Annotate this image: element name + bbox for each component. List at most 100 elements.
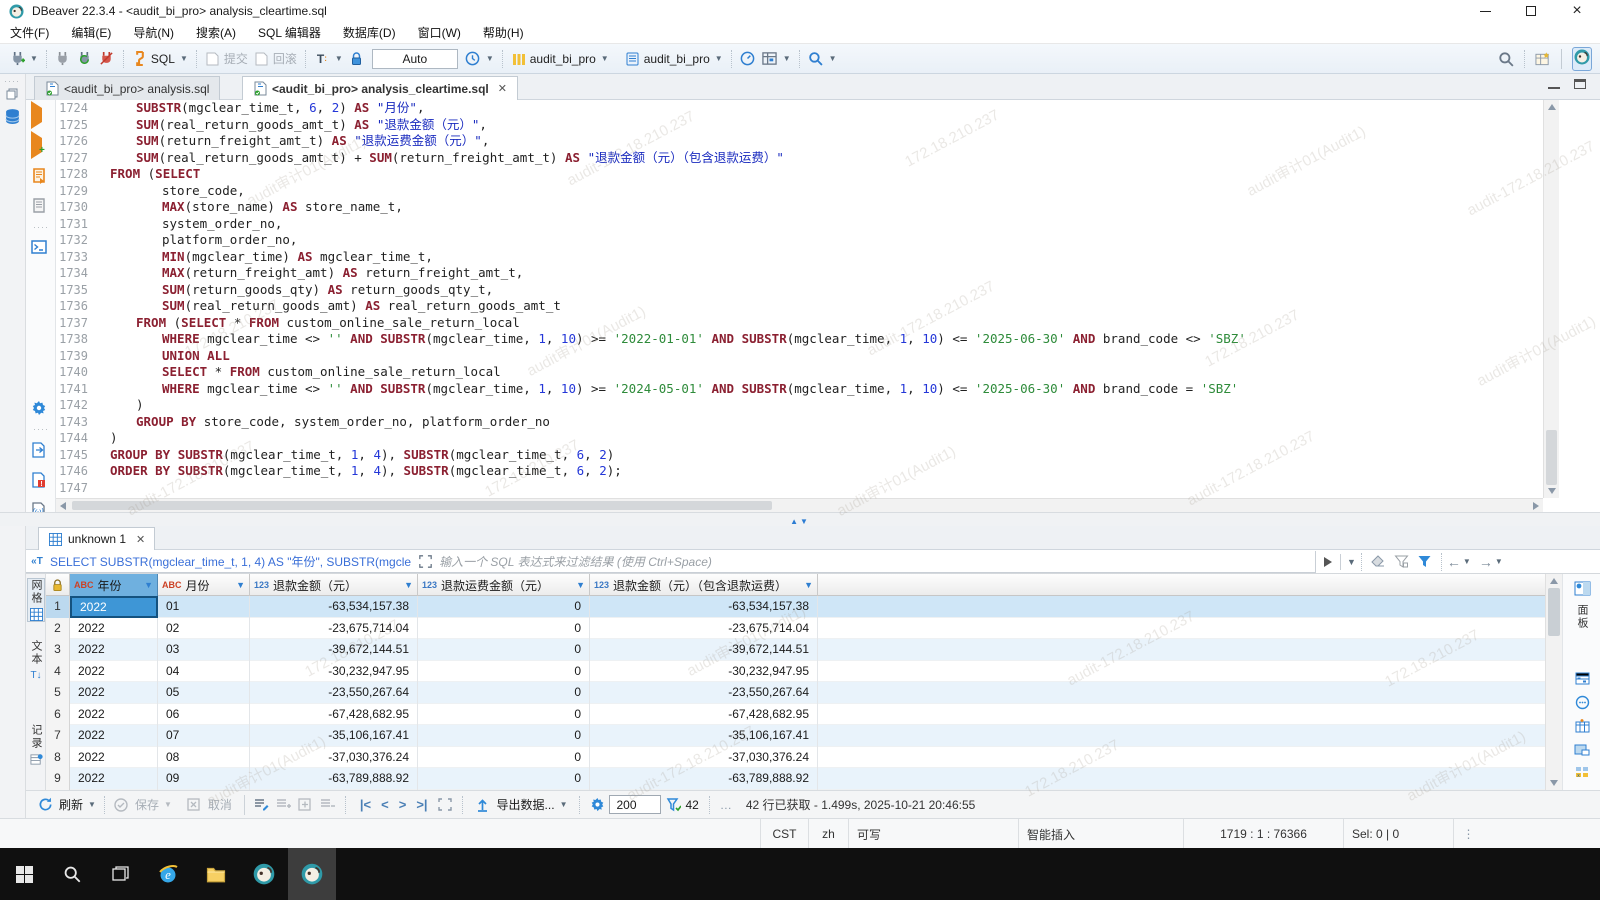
schema-selector[interactable]: audit_bi_pro ▼ — [622, 49, 726, 69]
grid-vertical-scrollbar[interactable] — [1545, 574, 1562, 790]
internet-explorer-button[interactable]: e — [144, 848, 192, 900]
result-grid[interactable]: ABC 年份 ▼ ABC 月份 ▼ 123 退款金额（元） ▼ 123 退款运费金额（元） ▼ 123 退… — [46, 574, 1545, 790]
column-menu-chevron-icon[interactable]: ▼ — [236, 580, 245, 590]
editor-tab-analysis[interactable]: <audit_bi_pro> analysis.sql — [34, 76, 221, 100]
disconnect-button[interactable] — [52, 49, 74, 69]
code-line[interactable]: 1738 WHERE mgclear_time <> '' AND SUBSTR(… — [56, 331, 1543, 348]
custom-filter-button[interactable] — [1417, 555, 1432, 568]
row-number[interactable]: 1 — [46, 596, 70, 618]
code-line[interactable]: 1742) — [56, 397, 1543, 414]
table-row[interactable]: 1 2022 01 -63,534,157.38 0 -63,534,157.38 — [46, 596, 1545, 618]
table-row[interactable]: 7 2022 07 -35,106,167.41 0 -35,106,167.41 — [46, 725, 1545, 747]
close-button[interactable]: × — [1554, 0, 1600, 22]
code-line[interactable]: 1736 SUM(real_return_goods_amt) AS real_r… — [56, 298, 1543, 315]
column-menu-chevron-icon[interactable]: ▼ — [804, 580, 813, 590]
clear-filter-button[interactable] — [1371, 555, 1386, 568]
dashboard-button[interactable] — [737, 49, 759, 69]
text-view-tab[interactable]: 文本 T↓ — [27, 640, 45, 682]
remove-filter-button[interactable] — [1394, 555, 1409, 568]
menu-item-4[interactable]: SQL 编辑器 — [258, 24, 321, 41]
commit-mode-combo[interactable]: Auto — [371, 48, 458, 69]
explain-plan-button[interactable] — [31, 198, 47, 217]
column-menu-chevron-icon[interactable]: ▼ — [404, 580, 413, 590]
grid-cell[interactable]: 0 — [418, 768, 590, 790]
cursor-position[interactable]: 1719 : 1 : 76366 — [1183, 819, 1343, 849]
grid-cell[interactable]: 2022 — [70, 682, 158, 704]
edit-cell-icon[interactable] — [254, 797, 270, 813]
focus-cell-icon[interactable] — [437, 797, 453, 813]
value-panel-icon[interactable] — [1573, 670, 1591, 686]
insert-mode-indicator[interactable]: 智能插入 — [1018, 819, 1183, 849]
row-number[interactable]: 9 — [46, 768, 70, 790]
delete-row-icon[interactable] — [320, 797, 336, 813]
scroll-up-icon[interactable] — [1550, 578, 1558, 584]
scrollbar-thumb[interactable] — [1546, 430, 1557, 485]
grid-cell[interactable]: 02 — [158, 617, 250, 639]
cancel-button[interactable]: 取消 — [183, 794, 235, 815]
task-board-button[interactable]: ▼ — [759, 49, 794, 69]
grid-cell[interactable]: -39,672,144.51 — [250, 639, 418, 661]
editor-horizontal-scrollbar[interactable] — [56, 498, 1543, 512]
scroll-up-icon[interactable] — [1548, 104, 1556, 110]
table-row[interactable]: 9 2022 09 -63,789,888.92 0 -63,789,888.92 — [46, 768, 1545, 790]
disconnect-all-button[interactable] — [96, 49, 118, 69]
code-line[interactable]: 1747 — [56, 480, 1543, 497]
row-number[interactable]: 6 — [46, 703, 70, 725]
grid-view-tab[interactable]: 网格 — [27, 578, 45, 622]
quick-search-button[interactable]: ▼ — [805, 49, 840, 69]
menu-item-5[interactable]: 数据库(D) — [343, 24, 396, 41]
last-row-button[interactable]: >| — [416, 797, 427, 812]
grid-cell[interactable]: -67,428,682.95 — [250, 703, 418, 725]
grid-cell[interactable]: 2022 — [70, 746, 158, 768]
code-line[interactable]: 1729 store_code, — [56, 183, 1543, 200]
menu-item-1[interactable]: 编辑(E) — [71, 24, 111, 41]
more-indicator[interactable]: ⋮ — [1453, 819, 1483, 849]
add-row-icon[interactable] — [276, 797, 292, 813]
code-line[interactable]: 1743 GROUP BY store_code, system_order_no… — [56, 414, 1543, 431]
more-button[interactable]: … — [720, 798, 732, 812]
code-line[interactable]: 1744) — [56, 430, 1543, 447]
grid-cell[interactable]: 0 — [418, 617, 590, 639]
grid-cell[interactable]: 0 — [418, 703, 590, 725]
table-row[interactable]: 8 2022 08 -37,030,376.24 0 -37,030,376.24 — [46, 746, 1545, 768]
filter-history-chevron-icon[interactable]: ▼ — [1347, 557, 1356, 567]
code-line[interactable]: 1735 SUM(return_goods_qty) AS return_good… — [56, 282, 1543, 299]
expand-filter-icon[interactable] — [417, 553, 433, 569]
minimize-button[interactable] — [1462, 0, 1508, 22]
row-number[interactable]: 2 — [46, 617, 70, 639]
grid-cell[interactable]: -63,534,157.38 — [590, 596, 818, 618]
grid-cell[interactable]: 2022 — [70, 725, 158, 747]
column-header-3[interactable]: 123 退款运费金额（元） ▼ — [418, 574, 590, 596]
grid-cell[interactable]: -35,106,167.41 — [250, 725, 418, 747]
grid-cell[interactable]: 0 — [418, 596, 590, 618]
code-line[interactable]: 1730 MAX(store_name) AS store_name_t, — [56, 199, 1543, 216]
menu-item-6[interactable]: 窗口(W) — [418, 24, 461, 41]
grid-cell[interactable]: 05 — [158, 682, 250, 704]
grid-cell[interactable]: -30,232,947.95 — [590, 660, 818, 682]
column-header-4[interactable]: 123 退款金额（元）（包含退款运费） ▼ — [590, 574, 818, 596]
code-line[interactable]: 1727 SUM(real_return_goods_amt_t) + SUM(r… — [56, 150, 1543, 167]
grid-cell[interactable]: 2022 — [70, 639, 158, 661]
code-line[interactable]: 1741 WHERE mgclear_time <> '' AND SUBSTR(… — [56, 381, 1543, 398]
table-row[interactable]: 6 2022 06 -67,428,682.95 0 -67,428,682.95 — [46, 703, 1545, 725]
lock-button[interactable] — [346, 49, 368, 69]
taskbar-search-button[interactable] — [48, 848, 96, 900]
grid-cell[interactable]: -37,030,376.24 — [590, 746, 818, 768]
grid-cell[interactable]: -63,789,888.92 — [590, 768, 818, 790]
code-line[interactable]: 1746 ORDER BY SUBSTR(mgclear_time_t, 1, 4… — [56, 463, 1543, 480]
dbeaver-perspective-button[interactable] — [1572, 47, 1592, 71]
scroll-right-icon[interactable] — [1533, 502, 1539, 510]
grid-cell[interactable]: -63,534,157.38 — [250, 596, 418, 618]
scroll-left-icon[interactable] — [60, 502, 66, 510]
grid-cell[interactable]: 0 — [418, 660, 590, 682]
execute-statement-button[interactable] — [31, 101, 42, 129]
code-line[interactable]: 1734 MAX(return_freight_amt) AS return_fr… — [56, 265, 1543, 282]
table-row[interactable]: 3 2022 03 -39,672,144.51 0 -39,672,144.51 — [46, 639, 1545, 661]
settings-gear-icon[interactable] — [31, 400, 47, 421]
table-row[interactable]: 2 2022 02 -23,675,714.04 0 -23,675,714.04 — [46, 617, 1545, 639]
filter-input[interactable]: «T SELECT SUBSTR(mgclear_time_t, 1, 4) A… — [26, 550, 1316, 573]
row-number[interactable]: 8 — [46, 746, 70, 768]
code-line[interactable]: 1726 SUM(return_freight_amt_t) AS "退款运费金额… — [56, 133, 1543, 150]
results-tab[interactable]: unknown 1 ✕ — [38, 527, 156, 550]
search-icon[interactable] — [1498, 51, 1514, 67]
